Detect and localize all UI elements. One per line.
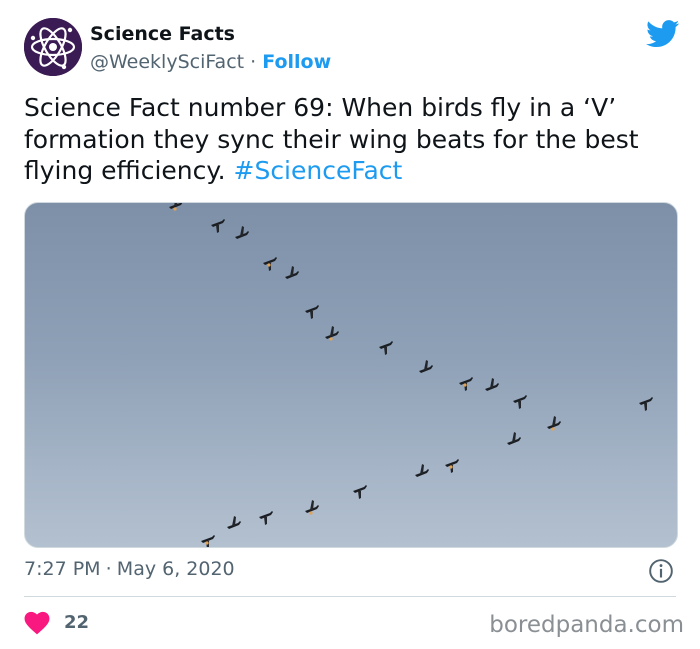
bird-silhouette	[459, 377, 473, 391]
handle-row: @WeeklySciFact · Follow	[90, 51, 331, 73]
account-avatar[interactable]	[24, 18, 82, 76]
account-handle[interactable]: @WeeklySciFact	[90, 51, 244, 73]
bird-silhouette	[325, 326, 339, 341]
bird-silhouette	[547, 416, 561, 431]
bird-silhouette	[445, 459, 459, 473]
bird-silhouette	[263, 257, 277, 271]
bird-silhouette	[285, 266, 299, 279]
bird-silhouette	[419, 360, 433, 373]
like-count: 22	[64, 612, 90, 633]
bird-silhouette	[259, 511, 273, 525]
meta-separator: ·	[105, 558, 112, 580]
hashtag-link[interactable]: #ScienceFact	[234, 156, 403, 185]
tweet-time[interactable]: 7:27 PM	[24, 558, 101, 580]
bird-silhouette	[227, 516, 241, 529]
tweet-text: Science Fact number 69: When birds fly i…	[24, 92, 684, 187]
bird-silhouette	[379, 341, 393, 355]
heart-icon[interactable]	[24, 611, 50, 635]
bird-silhouette	[415, 464, 429, 477]
bird-silhouette	[353, 485, 367, 499]
divider	[24, 596, 676, 597]
info-icon[interactable]	[648, 558, 674, 584]
birds-photo	[169, 203, 653, 547]
bird-silhouette	[639, 397, 653, 411]
follow-button[interactable]: Follow	[262, 51, 331, 73]
bird-silhouette	[485, 378, 499, 391]
tweet-header: Science Facts @WeeklySciFact · Follow	[24, 18, 684, 80]
account-name[interactable]: Science Facts	[90, 23, 235, 45]
atom-icon	[24, 18, 82, 76]
bird-silhouette	[305, 305, 319, 319]
bird-silhouette	[305, 500, 319, 515]
bird-silhouette	[201, 535, 215, 547]
separator: ·	[250, 51, 257, 73]
tweet-meta: 7:27 PM · May 6, 2020	[24, 558, 676, 586]
tweet-image[interactable]	[24, 202, 678, 548]
twitter-bird-icon[interactable]	[646, 20, 680, 48]
watermark: boredpanda.com	[489, 612, 684, 638]
bird-silhouette	[211, 219, 225, 233]
bird-silhouette	[169, 203, 183, 211]
bird-silhouette	[235, 226, 249, 239]
tweet-date[interactable]: May 6, 2020	[117, 558, 235, 580]
bird-silhouette	[507, 432, 521, 445]
bird-silhouette	[513, 395, 527, 409]
